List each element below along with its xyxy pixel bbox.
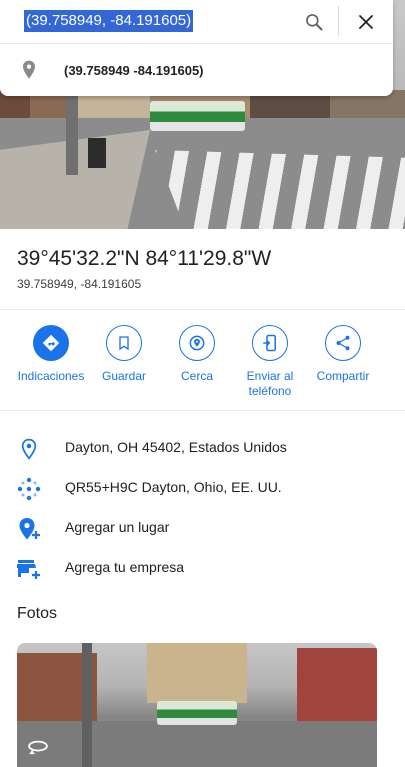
address-text: Dayton, OH 45402, Estados Unidos (65, 439, 287, 455)
pole (82, 643, 92, 767)
bus (157, 701, 237, 725)
maps-place-panel: (39.758949, -84.191605) (39.758949 -84.1… (0, 0, 405, 767)
search-card: (39.758949, -84.191605) (39.758949 -84.1… (0, 0, 393, 96)
search-input[interactable]: (39.758949, -84.191605) (24, 10, 194, 32)
nearby-icon (189, 335, 205, 351)
add-business-row[interactable]: Agrega tu empresa (0, 549, 405, 585)
road (17, 721, 377, 767)
trash-bin (88, 138, 106, 168)
share-button[interactable]: Compartir (306, 325, 380, 384)
action-bar: Indicaciones Guardar Cerca Enviar al tel… (0, 325, 405, 405)
directions-button[interactable]: Indicaciones (14, 325, 88, 384)
nearby-label: Cerca (180, 369, 213, 383)
place-title: 39°45'32.2"N 84°11'29.8"W (17, 247, 272, 270)
place-coordinates: 39.758949, -84.191605 (17, 277, 142, 291)
divider (338, 6, 339, 36)
nearby-button[interactable]: Cerca (160, 325, 234, 384)
send-to-phone-label: Enviar al teléfono (246, 369, 294, 398)
add-place-row[interactable]: Agregar un lugar (0, 509, 405, 545)
add-place-text: Agregar un lugar (65, 519, 170, 535)
close-button[interactable] (350, 6, 382, 38)
close-icon (359, 15, 373, 29)
plus-code-icon (17, 477, 41, 501)
add-business-icon (17, 560, 40, 579)
pole (66, 90, 78, 175)
bus (150, 101, 245, 131)
bookmark-icon (119, 336, 129, 351)
photo-thumbnail[interactable] (17, 643, 377, 767)
add-business-text: Agrega tu empresa (65, 559, 185, 575)
send-to-phone-button[interactable]: Enviar al teléfono (233, 325, 307, 399)
share-label: Compartir (316, 369, 370, 383)
location-pin-icon (21, 438, 37, 460)
plus-code-text: QR55+H9C Dayton, Ohio, EE. UU. (65, 479, 282, 495)
divider (0, 410, 405, 411)
search-bar: (39.758949, -84.191605) (0, 0, 393, 44)
save-label: Guardar (101, 369, 147, 383)
building (147, 643, 247, 703)
directions-label: Indicaciones (17, 369, 85, 383)
add-place-icon (19, 518, 40, 540)
location-pin-icon (23, 60, 35, 79)
address-row[interactable]: Dayton, OH 45402, Estados Unidos (0, 429, 405, 465)
photos-heading: Fotos (17, 605, 58, 622)
search-icon (306, 14, 323, 31)
divider (0, 309, 405, 310)
plus-code-row[interactable]: QR55+H9C Dayton, Ohio, EE. UU. (0, 469, 405, 505)
search-button[interactable] (298, 6, 330, 38)
share-icon (336, 335, 350, 351)
street-view-360-icon (25, 737, 51, 757)
search-suggestion[interactable]: (39.758949 -84.191605) (0, 52, 393, 88)
send-to-phone-icon (263, 334, 276, 352)
save-button[interactable]: Guardar (87, 325, 161, 384)
directions-icon (42, 334, 60, 352)
suggestion-text: (39.758949 -84.191605) (64, 63, 204, 78)
